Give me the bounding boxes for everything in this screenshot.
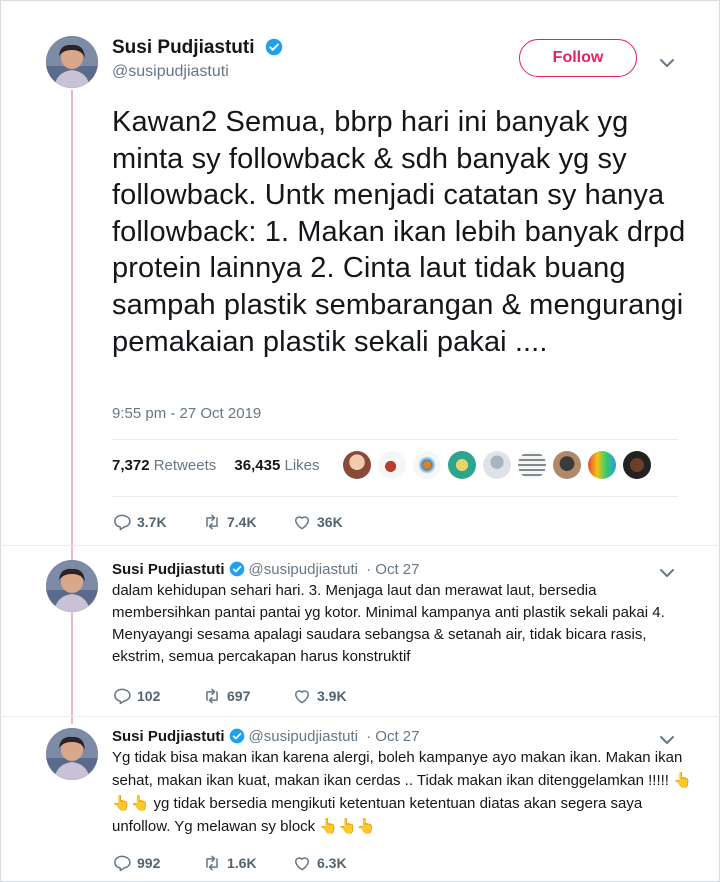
reply-header: Susi Pudjiastuti @susipudjiastuti · Oct 2… [112, 728, 420, 745]
reply-icon [114, 688, 131, 705]
avatar[interactable] [46, 560, 98, 612]
retweet-icon [206, 855, 218, 871]
follow-button[interactable]: Follow [519, 39, 637, 77]
like-count: 6.3K [317, 855, 347, 871]
reply-author-name[interactable]: Susi Pudjiastuti [112, 728, 225, 745]
liker-avatar[interactable] [518, 451, 546, 479]
reply-author-handle[interactable]: @susipudjiastuti [249, 728, 358, 745]
author-handle[interactable]: @susipudjiastuti [112, 63, 229, 81]
reply-author-name[interactable]: Susi Pudjiastuti [112, 561, 225, 578]
chevron-down-icon[interactable] [659, 58, 675, 68]
reply-button[interactable]: 102 [112, 686, 160, 706]
reply-button[interactable]: 3.7K [112, 512, 167, 532]
like-button[interactable]: 36K [292, 512, 343, 532]
liker-avatar[interactable] [378, 451, 406, 479]
retweet-button[interactable]: 7.4K [202, 512, 257, 532]
liker-avatar[interactable] [588, 451, 616, 479]
chevron-down-icon[interactable] [659, 568, 675, 578]
reply-icon [114, 855, 131, 872]
retweet-button[interactable]: 1.6K [202, 853, 257, 873]
author-name-text[interactable]: Susi Pudjiastuti [112, 37, 255, 58]
retweets-stat[interactable]: 7,372 Retweets [112, 457, 216, 474]
retweet-count: 1.6K [227, 855, 257, 871]
like-button[interactable]: 3.9K [292, 686, 347, 706]
avatar[interactable] [46, 728, 98, 780]
author-name[interactable]: Susi Pudjiastuti [112, 37, 283, 59]
reply-text-part1: Yg tidak bisa makan ikan karena alergi, … [112, 749, 683, 789]
liker-avatar[interactable] [343, 451, 371, 479]
retweet-icon [206, 688, 218, 704]
like-count: 3.9K [317, 688, 347, 704]
tweet-timestamp[interactable]: 9:55 pm - 27 Oct 2019 [112, 405, 261, 422]
verified-icon [229, 728, 244, 744]
reply-count: 992 [137, 855, 161, 871]
reply-icon [114, 514, 131, 531]
likes-stat[interactable]: 36,435 Likes [234, 457, 319, 474]
verified-icon [265, 38, 283, 56]
reply-button[interactable]: 992 [112, 853, 160, 873]
chevron-down-icon[interactable] [659, 735, 675, 745]
likes-label: Likes [284, 457, 320, 474]
divider [112, 439, 678, 440]
reply-count: 3.7K [137, 514, 167, 530]
reply-text-part2: yg tidak bersedia mengikuti ketentuan ke… [112, 795, 643, 835]
reply-header: Susi Pudjiastuti @susipudjiastuti · Oct 2… [112, 561, 420, 578]
thread-line [71, 612, 73, 724]
reply-date[interactable]: · Oct 27 [366, 728, 419, 745]
divider [112, 496, 678, 497]
reply-count: 102 [137, 688, 161, 704]
liker-avatar[interactable] [483, 451, 511, 479]
retweet-count: 697 [227, 688, 251, 704]
like-count: 36K [317, 514, 343, 530]
like-icon [295, 516, 309, 530]
like-icon [295, 857, 309, 871]
verified-icon [229, 561, 244, 577]
tweet-text: Kawan2 Semua, bbrp hari ini banyak yg mi… [112, 106, 686, 358]
likes-count: 36,435 [234, 457, 281, 474]
avatar[interactable] [46, 36, 98, 88]
reply-author-handle[interactable]: @susipudjiastuti [249, 561, 358, 578]
liker-avatar[interactable] [413, 451, 441, 479]
divider [0, 545, 720, 546]
thread-line [71, 90, 73, 560]
liker-avatar[interactable] [553, 451, 581, 479]
pointing-up-emoji: 👆👆👆 [319, 817, 376, 835]
like-button[interactable]: 6.3K [292, 853, 347, 873]
liker-avatar[interactable] [448, 451, 476, 479]
divider [0, 716, 720, 717]
retweet-button[interactable]: 697 [202, 686, 250, 706]
liker-avatar[interactable] [623, 451, 651, 479]
retweet-count: 7.4K [227, 514, 257, 530]
retweets-count: 7,372 [112, 457, 150, 474]
engagement-stats: 7,372 Retweets 36,435 Likes [112, 457, 320, 474]
retweets-label: Retweets [153, 457, 217, 474]
reply-text: dalam kehidupan sehari hari. 3. Menjaga … [112, 582, 665, 665]
reply-date[interactable]: · Oct 27 [366, 561, 419, 578]
reply-text: Yg tidak bisa makan ikan karena alergi, … [112, 747, 692, 838]
retweet-icon [206, 514, 218, 530]
like-icon [295, 690, 309, 704]
